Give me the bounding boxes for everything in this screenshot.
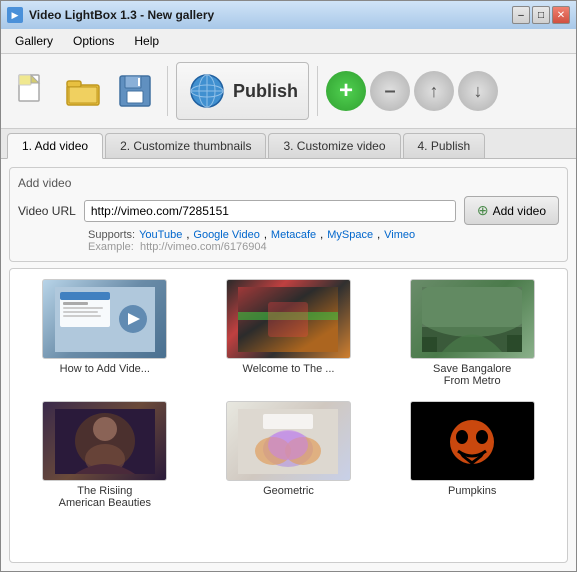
remove-round-button[interactable]: –: [370, 71, 410, 111]
video-thumb-4: [42, 401, 167, 481]
video-title-5: Geometric: [263, 485, 314, 497]
globe-icon: [187, 71, 227, 111]
video-title-2: Welcome to The ...: [243, 363, 335, 375]
save-button[interactable]: [111, 67, 159, 115]
video-thumb-6: [410, 401, 535, 481]
maximize-button[interactable]: □: [532, 6, 550, 24]
move-up-button[interactable]: ↑: [414, 71, 454, 111]
add-round-button[interactable]: +: [326, 71, 366, 111]
open-button[interactable]: [59, 67, 107, 115]
menu-gallery[interactable]: Gallery: [5, 31, 63, 51]
new-icon: [11, 71, 51, 111]
url-row: Video URL ⊕ Add video: [18, 196, 559, 225]
tabs-bar: 1. Add video 2. Customize thumbnails 3. …: [1, 129, 576, 159]
video-title-3: Save BangaloreFrom Metro: [433, 363, 511, 387]
add-video-group-title: Add video: [18, 176, 559, 190]
link-myspace[interactable]: MySpace: [327, 229, 373, 241]
video-item-1[interactable]: How to Add Vide...: [20, 279, 190, 387]
title-bar-left: ▶ Video LightBox 1.3 - New gallery: [7, 7, 214, 23]
video-thumb-3: [410, 279, 535, 359]
video-title-1: How to Add Vide...: [60, 363, 150, 375]
toolbar-separator-1: [167, 66, 168, 116]
close-button[interactable]: ✕: [552, 6, 570, 24]
add-video-button-label: Add video: [493, 204, 546, 218]
add-video-button[interactable]: ⊕ Add video: [464, 196, 559, 225]
add-video-group: Add video Video URL ⊕ Add video Supports…: [9, 167, 568, 262]
move-down-button[interactable]: ↓: [458, 71, 498, 111]
supports-label: Supports:: [88, 229, 135, 241]
video-thumb-2: [226, 279, 351, 359]
title-buttons: – □ ✕: [512, 6, 570, 24]
video-grid: How to Add Vide...: [20, 279, 557, 509]
video-title-6: Pumpkins: [448, 485, 496, 497]
video-item-4[interactable]: The RisiingAmerican Beauties: [20, 401, 190, 509]
menu-options[interactable]: Options: [63, 31, 124, 51]
open-icon: [63, 71, 103, 111]
thumb-visual-1: [55, 287, 155, 352]
example-url: http://vimeo.com/6176904: [140, 241, 267, 253]
video-thumb-5: [226, 401, 351, 481]
thumb-visual-5: [238, 409, 338, 474]
tab-publish[interactable]: 4. Publish: [403, 133, 486, 158]
video-item-6[interactable]: Pumpkins: [387, 401, 557, 509]
url-input[interactable]: [84, 200, 456, 222]
title-bar: ▶ Video LightBox 1.3 - New gallery – □ ✕: [1, 1, 576, 29]
tab-customize-thumbnails[interactable]: 2. Customize thumbnails: [105, 133, 266, 158]
video-item-2[interactable]: Welcome to The ...: [204, 279, 374, 387]
minimize-button[interactable]: –: [512, 6, 530, 24]
thumb-visual-3: [422, 287, 522, 352]
link-vimeo[interactable]: Vimeo: [384, 229, 415, 241]
toolbar-separator-2: [317, 66, 318, 116]
example-row: Example: http://vimeo.com/6176904: [88, 241, 559, 253]
app-icon: ▶: [7, 7, 23, 23]
publish-label: Publish: [233, 81, 298, 102]
thumb-visual-2: [238, 287, 338, 352]
menu-help[interactable]: Help: [124, 31, 169, 51]
supports-row: Supports: YouTube, Google Video, Metacaf…: [88, 229, 559, 241]
new-button[interactable]: [7, 67, 55, 115]
video-title-4: The RisiingAmerican Beauties: [59, 485, 151, 509]
tab-customize-video[interactable]: 3. Customize video: [268, 133, 400, 158]
video-grid-container: How to Add Vide...: [9, 268, 568, 563]
publish-button[interactable]: Publish: [176, 62, 309, 120]
content-area: Add video Video URL ⊕ Add video Supports…: [1, 159, 576, 571]
link-google-video[interactable]: Google Video: [193, 229, 259, 241]
main-window: ▶ Video LightBox 1.3 - New gallery – □ ✕…: [0, 0, 577, 572]
thumb-visual-4: [55, 409, 155, 474]
video-item-3[interactable]: Save BangaloreFrom Metro: [387, 279, 557, 387]
video-item-5[interactable]: Geometric: [204, 401, 374, 509]
url-label: Video URL: [18, 204, 76, 218]
example-label: Example:: [88, 241, 137, 253]
video-thumb-1: [42, 279, 167, 359]
link-metacafe[interactable]: Metacafe: [271, 229, 316, 241]
window-title: Video LightBox 1.3 - New gallery: [29, 8, 214, 22]
tab-add-video[interactable]: 1. Add video: [7, 133, 103, 159]
add-video-icon: ⊕: [477, 202, 489, 219]
menu-bar: Gallery Options Help: [1, 29, 576, 54]
save-icon: [115, 71, 155, 111]
link-youtube[interactable]: YouTube: [139, 229, 182, 241]
thumb-visual-6: [422, 409, 522, 474]
toolbar: Publish + – ↑ ↓: [1, 54, 576, 129]
